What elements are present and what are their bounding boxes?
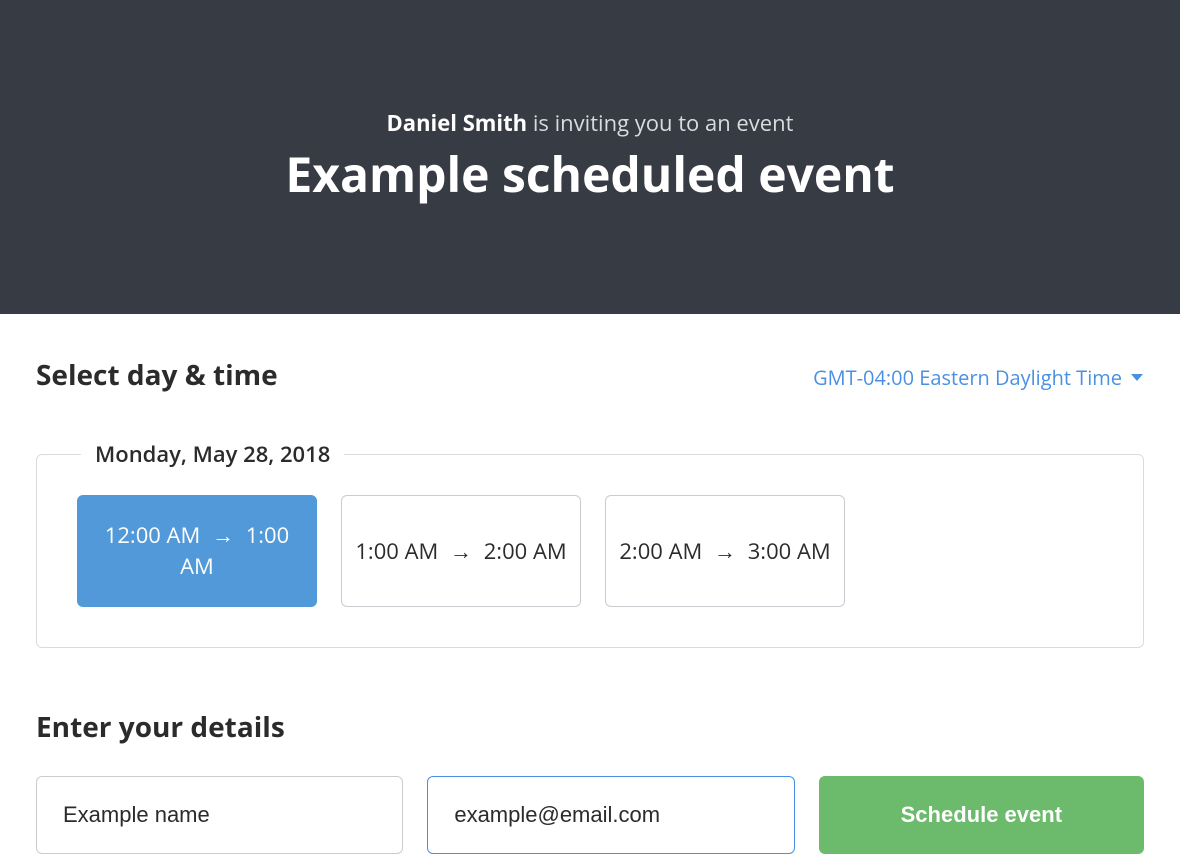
select-day-time-heading: Select day & time <box>36 356 278 394</box>
date-group-legend: Monday, May 28, 2018 <box>81 439 344 469</box>
arrow-right-icon: → <box>212 520 234 550</box>
time-slot-2[interactable]: 2:00 AM → 3:00 AM <box>605 495 845 607</box>
invite-suffix: is inviting you to an event <box>527 108 793 138</box>
time-slot-1[interactable]: 1:00 AM → 2:00 AM <box>341 495 581 607</box>
invite-hero: Daniel Smith is inviting you to an event… <box>0 0 1180 314</box>
name-input[interactable] <box>36 776 403 854</box>
slot-start: 12:00 AM <box>105 520 201 550</box>
slot-end: 3:00 AM <box>748 536 831 566</box>
time-slots: 12:00 AM → 1:00 AM 1:00 AM → 2:00 AM 2:0… <box>77 495 1103 607</box>
schedule-event-button[interactable]: Schedule event <box>819 776 1144 854</box>
arrow-right-icon: → <box>714 536 736 566</box>
enter-details-heading: Enter your details <box>36 708 1144 746</box>
caret-down-icon <box>1130 373 1144 383</box>
scheduling-content: Select day & time GMT-04:00 Eastern Dayl… <box>0 314 1180 854</box>
inviter-name: Daniel Smith <box>387 108 528 138</box>
event-title: Example scheduled event <box>285 142 894 207</box>
invite-subtitle: Daniel Smith is inviting you to an event <box>387 108 794 138</box>
slot-end: 2:00 AM <box>484 536 567 566</box>
arrow-right-icon: → <box>450 536 472 566</box>
slot-start: 2:00 AM <box>619 536 702 566</box>
details-form-row: Schedule event <box>36 776 1144 854</box>
select-heading-row: Select day & time GMT-04:00 Eastern Dayl… <box>36 356 1144 394</box>
time-slot-0[interactable]: 12:00 AM → 1:00 AM <box>77 495 317 607</box>
timezone-label: GMT-04:00 Eastern Daylight Time <box>813 364 1122 391</box>
email-input[interactable] <box>427 776 794 854</box>
date-group: Monday, May 28, 2018 12:00 AM → 1:00 AM … <box>36 454 1144 648</box>
timezone-picker[interactable]: GMT-04:00 Eastern Daylight Time <box>813 364 1144 391</box>
slot-start: 1:00 AM <box>355 536 438 566</box>
